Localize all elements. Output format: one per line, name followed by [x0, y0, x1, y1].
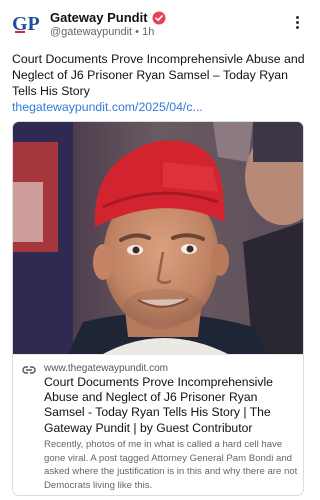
author-block: Gateway Pundit @gatewaypundit • 1h	[50, 10, 166, 39]
post-text: Court Documents Prove Incomprehensivle A…	[12, 52, 305, 98]
post-time[interactable]: 1h	[142, 26, 154, 38]
gateway-pundit-logo: GP	[12, 13, 40, 35]
card-body[interactable]: www.thegatewaypundit.com Court Documents…	[13, 354, 303, 495]
link-preview-card[interactable]: www.thegatewaypundit.com Court Documents…	[12, 121, 304, 496]
author-name[interactable]: Gateway Pundit	[50, 10, 148, 25]
post-header: GP Gateway Pundit @gatewaypundit • 1h	[12, 8, 304, 42]
post-link[interactable]: thegatewaypundit.com/2025/04/c...	[12, 99, 307, 115]
card-title[interactable]: Court Documents Prove Incomprehensivle A…	[44, 375, 299, 436]
card-domain: www.thegatewaypundit.com	[44, 363, 168, 374]
post-body: Court Documents Prove Incomprehensivle A…	[12, 51, 307, 115]
author-handle[interactable]: @gatewaypundit	[50, 26, 132, 38]
author-meta: @gatewaypundit • 1h	[50, 26, 166, 39]
link-icon	[22, 366, 36, 374]
more-vertical-icon[interactable]	[292, 14, 302, 34]
avatar[interactable]: GP	[12, 8, 42, 38]
card-image[interactable]	[13, 122, 303, 354]
verified-badge-icon	[152, 11, 166, 24]
card-description: Recently, photos of me in what is called…	[44, 439, 298, 491]
meta-separator: •	[135, 26, 140, 38]
